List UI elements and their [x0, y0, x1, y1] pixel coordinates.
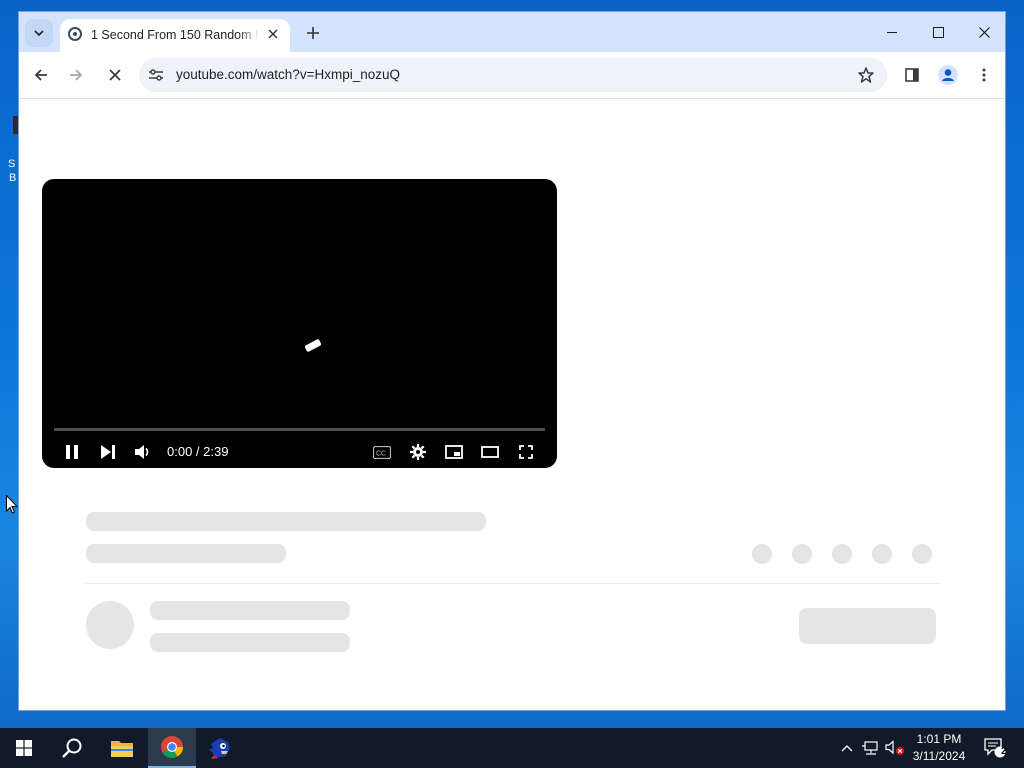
site-favicon-icon	[68, 27, 82, 41]
tab-strip: 1 Second From 150 Random M	[19, 12, 1005, 52]
subscribe-button-placeholder	[799, 608, 936, 644]
next-button[interactable]	[96, 440, 120, 464]
profile-icon	[938, 65, 958, 85]
address-bar[interactable]: youtube.com/watch?v=Hxmpi_nozuQ	[139, 58, 887, 92]
theater-icon	[481, 446, 499, 458]
title-placeholder	[86, 512, 486, 531]
plus-icon	[307, 27, 319, 39]
kebab-menu-icon	[982, 68, 986, 82]
action-center-button[interactable]: 2	[980, 728, 1010, 768]
network-icon	[862, 741, 878, 755]
site-info-button[interactable]	[147, 66, 165, 84]
volume-muted-icon	[885, 740, 904, 755]
maximize-button[interactable]	[915, 16, 961, 48]
action-placeholder	[872, 544, 892, 564]
captions-button[interactable]: CC	[370, 440, 394, 464]
skip-next-icon	[101, 445, 115, 459]
notification-count-badge: 2	[1001, 746, 1007, 757]
game-taskbar-button[interactable]	[196, 728, 244, 768]
chevron-down-icon	[34, 30, 44, 36]
player-controls: 0:00 / 2:39 CC	[42, 436, 557, 468]
stop-loading-button[interactable]	[100, 60, 130, 90]
taskbar: 1:01 PM 3/11/2024 2	[0, 728, 1024, 768]
close-window-button[interactable]	[961, 16, 1005, 48]
windows-logo-icon	[16, 740, 32, 756]
svg-text:CC: CC	[376, 450, 386, 457]
action-placeholder	[752, 544, 772, 564]
close-icon	[109, 69, 121, 81]
video-player[interactable]: 0:00 / 2:39 CC	[42, 179, 557, 468]
clock-time: 1:01 PM	[916, 732, 962, 746]
chevron-up-icon	[841, 744, 853, 751]
video-progress-bar[interactable]	[54, 428, 545, 431]
browser-tab[interactable]: 1 Second From 150 Random M	[60, 19, 290, 52]
meta-placeholder	[86, 544, 286, 563]
minimize-button[interactable]	[869, 16, 915, 48]
arrow-right-icon	[70, 69, 83, 81]
page-content: 0:00 / 2:39 CC	[19, 99, 1005, 710]
url-text: youtube.com/watch?v=Hxmpi_nozuQ	[176, 67, 400, 82]
settings-button[interactable]	[406, 440, 430, 464]
side-panel-icon	[905, 68, 919, 82]
mouse-cursor-icon	[6, 495, 18, 514]
action-placeholder	[792, 544, 812, 564]
theater-mode-button[interactable]	[478, 440, 502, 464]
new-tab-button[interactable]	[301, 21, 325, 45]
subscriber-placeholder	[150, 633, 350, 652]
fullscreen-button[interactable]	[514, 440, 538, 464]
forward-button[interactable]	[61, 60, 91, 90]
profile-button[interactable]	[933, 60, 963, 90]
video-time: 0:00 / 2:39	[167, 444, 229, 459]
browser-toolbar: youtube.com/watch?v=Hxmpi_nozuQ	[19, 52, 1005, 99]
desktop-icon-label-1: S	[8, 158, 16, 170]
folder-icon	[111, 741, 133, 757]
desktop-icon-label-2: B	[9, 172, 17, 184]
star-icon	[858, 67, 874, 83]
show-hidden-icons-button[interactable]	[838, 728, 856, 768]
tab-title: 1 Second From 150 Random M	[91, 28, 259, 42]
desktop-icon[interactable]: S B	[0, 110, 19, 190]
browser-menu-button[interactable]	[969, 60, 999, 90]
gear-icon	[410, 444, 426, 460]
close-icon	[268, 29, 278, 39]
divider	[85, 583, 941, 584]
action-placeholder	[912, 544, 932, 564]
tune-icon	[149, 69, 163, 81]
back-button[interactable]	[26, 60, 56, 90]
minimize-icon	[887, 31, 897, 33]
browser-window: 1 Second From 150 Random M youtube.com/w…	[18, 11, 1006, 711]
bookmark-button[interactable]	[855, 64, 877, 86]
search-icon	[62, 738, 82, 758]
miniplayer-icon	[445, 445, 463, 459]
close-icon	[978, 26, 990, 38]
maximize-icon	[932, 26, 944, 38]
volume-icon	[135, 445, 149, 459]
loading-spinner	[304, 338, 322, 353]
clock-date: 3/11/2024	[912, 749, 966, 763]
arrow-left-icon	[34, 69, 47, 81]
side-panel-button[interactable]	[897, 60, 927, 90]
chrome-icon	[161, 736, 183, 758]
volume-tray-button[interactable]	[884, 728, 906, 768]
chrome-taskbar-button[interactable]	[148, 728, 196, 768]
tab-close-button[interactable]	[264, 25, 282, 43]
avatar-placeholder	[86, 601, 134, 649]
file-explorer-button[interactable]	[98, 728, 146, 768]
pause-button[interactable]	[60, 440, 84, 464]
miniplayer-button[interactable]	[442, 440, 466, 464]
volume-button[interactable]	[131, 440, 155, 464]
tab-search-button[interactable]	[25, 19, 53, 47]
captions-icon: CC	[373, 445, 391, 459]
network-button[interactable]	[860, 728, 882, 768]
fullscreen-icon	[519, 445, 533, 459]
hedgehog-game-icon	[209, 738, 230, 759]
search-button[interactable]	[48, 728, 96, 768]
action-placeholder	[832, 544, 852, 564]
channel-name-placeholder	[150, 601, 350, 620]
pause-icon	[66, 445, 78, 459]
taskbar-clock[interactable]: 1:01 PM 3/11/2024	[908, 731, 970, 765]
start-button[interactable]	[0, 728, 48, 768]
